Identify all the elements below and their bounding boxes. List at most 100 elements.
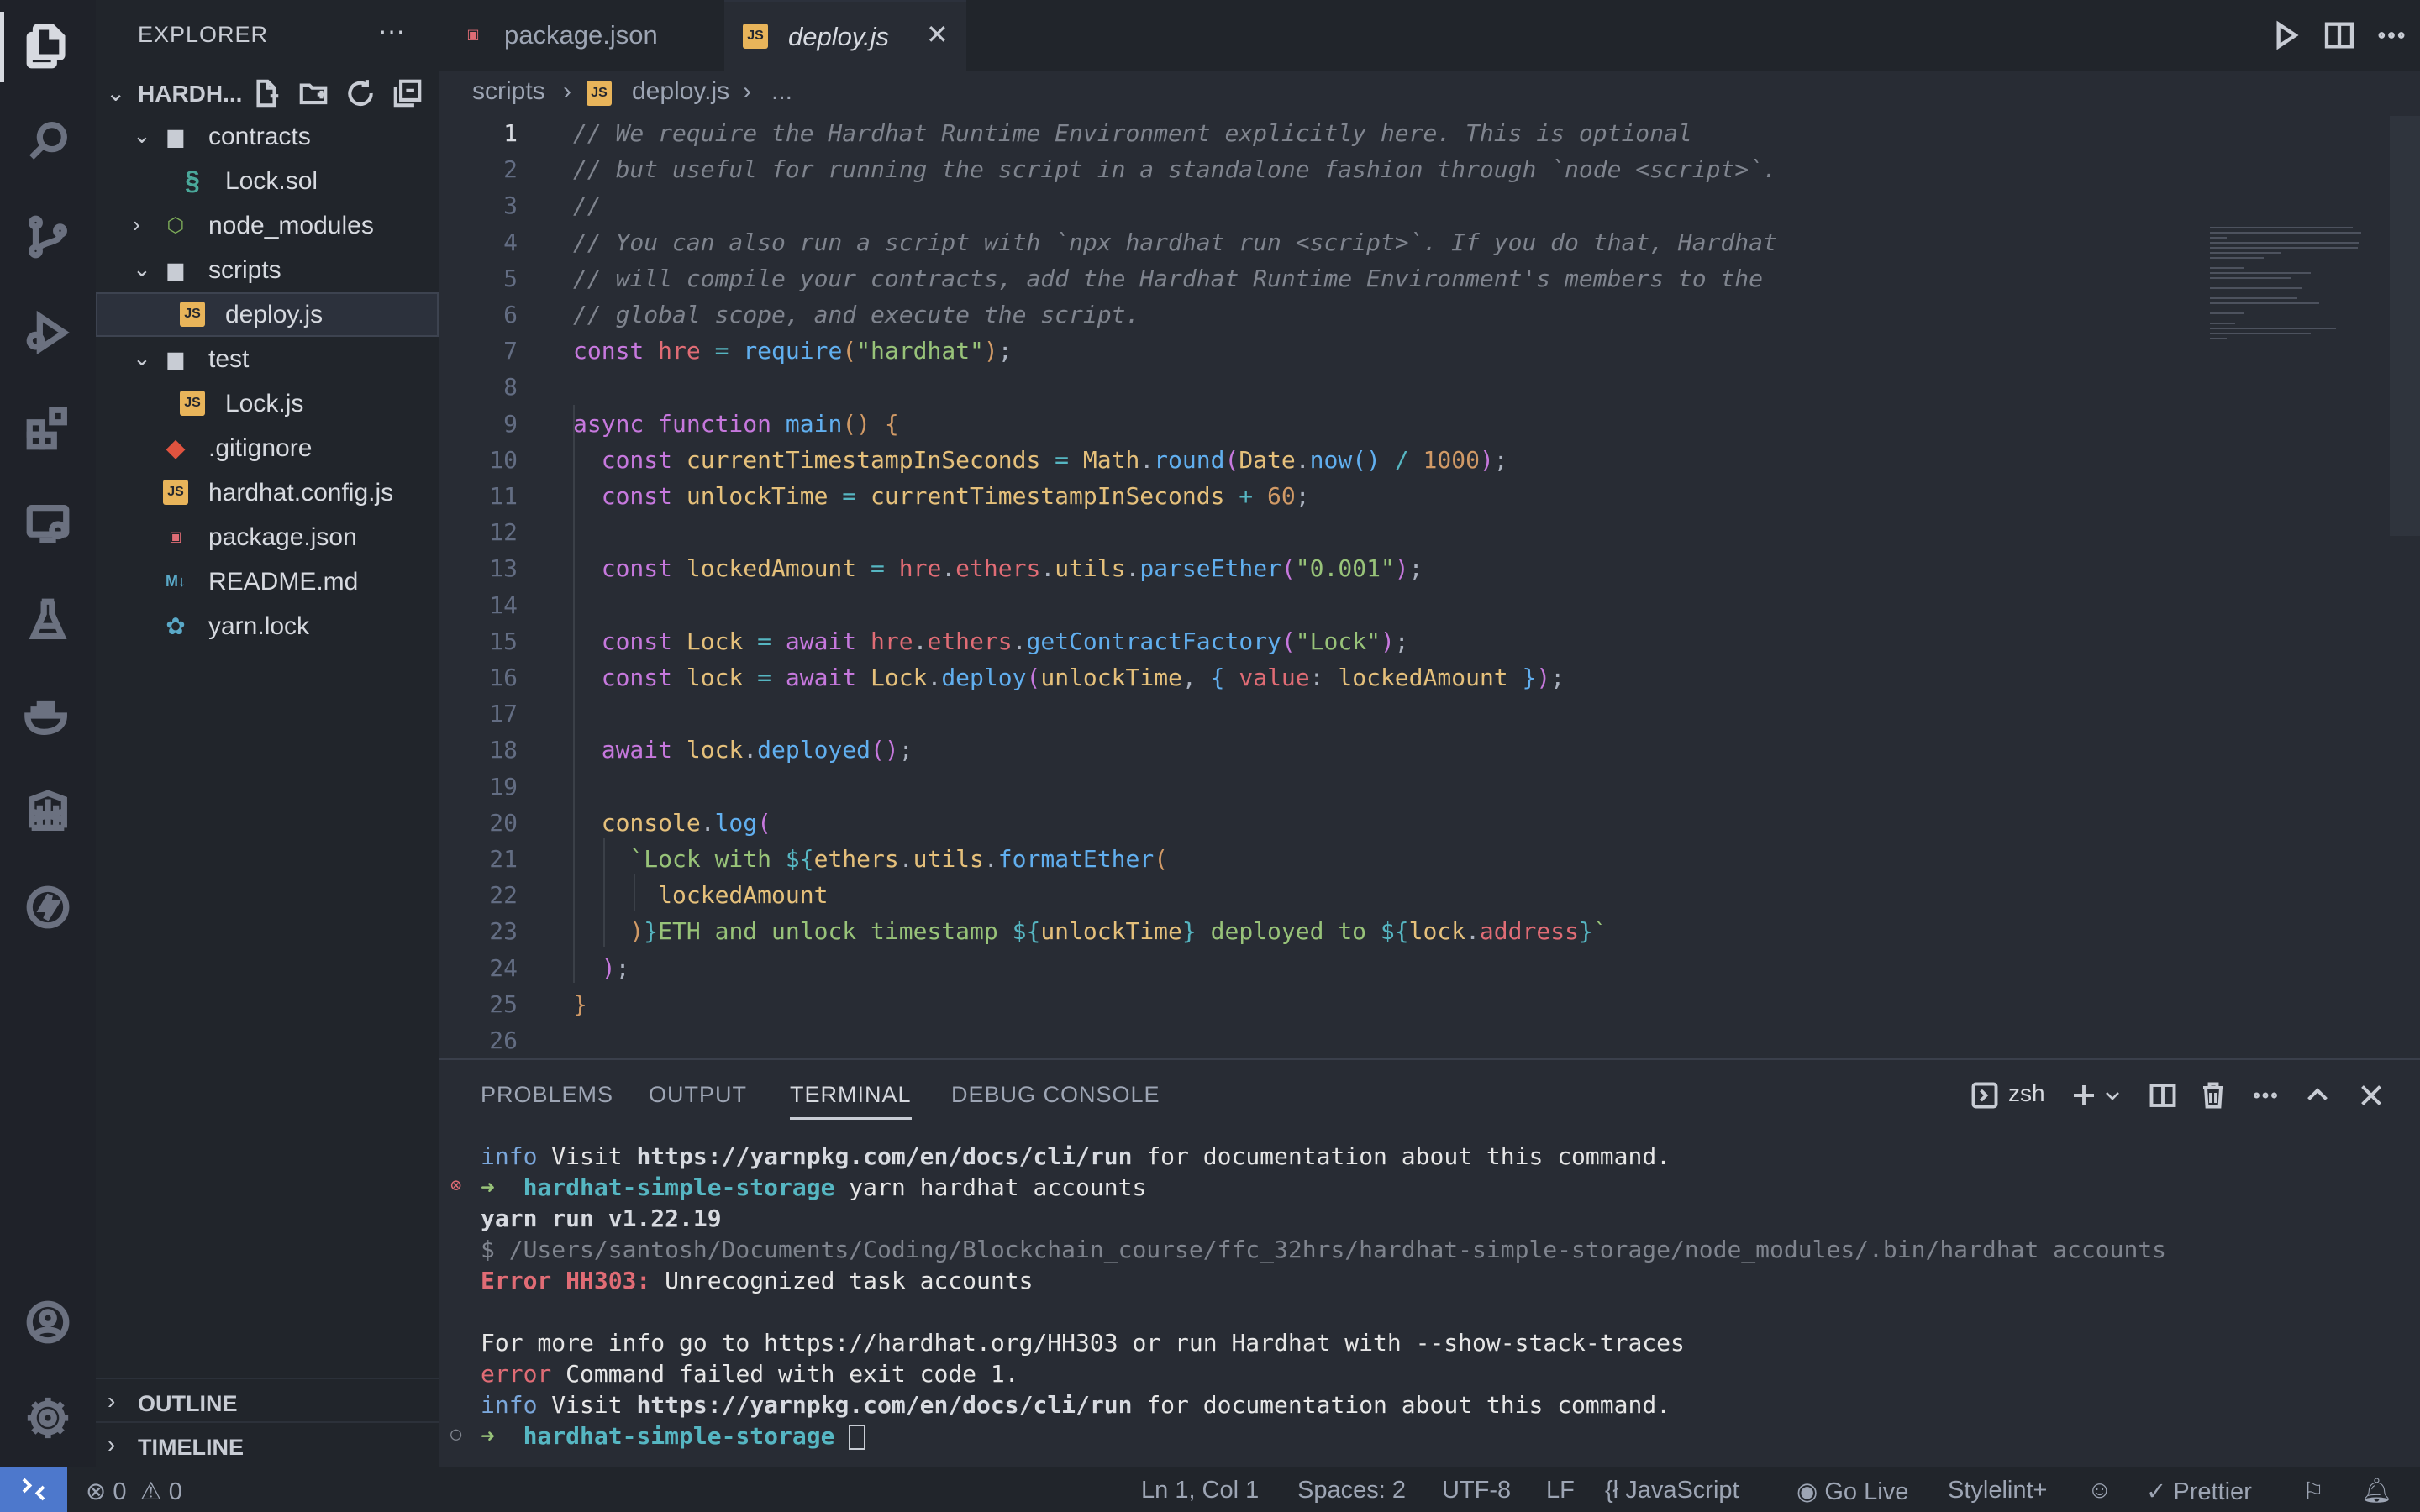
search-icon[interactable] <box>0 99 96 183</box>
tree-item[interactable]: JS Lock.js <box>96 381 439 426</box>
code-token: ) <box>983 337 998 365</box>
remote-explorer-icon[interactable] <box>0 482 96 566</box>
explorer-more-button[interactable]: ··· <box>378 15 405 46</box>
code-token: console <box>573 808 701 837</box>
code-token: const <box>573 554 687 583</box>
run-debug-icon[interactable] <box>0 291 96 375</box>
indentation[interactable]: Spaces: 2 <box>1297 1477 1406 1504</box>
code-token: lockedAmount <box>1338 664 1508 691</box>
code-token: ${ <box>1380 917 1409 946</box>
code-token: deploy <box>941 664 1027 691</box>
editor-scrollbar[interactable] <box>2390 116 2420 536</box>
command-error-icon[interactable]: ⊗ <box>450 1175 461 1196</box>
close-icon[interactable]: ✕ <box>926 18 949 50</box>
code-token: . <box>743 736 758 764</box>
split-terminal-icon[interactable] <box>2148 1077 2178 1114</box>
close-panel-icon[interactable] <box>2356 1077 2386 1114</box>
tree-item[interactable]: M↓ README.md <box>96 559 439 604</box>
tree-item[interactable]: ✿ yarn.lock <box>96 604 439 648</box>
settings-gear-icon[interactable] <box>0 1376 96 1460</box>
line-number: 22 <box>489 881 518 910</box>
code-editor[interactable]: 1 // We require the Hardhat Runtime Envir… <box>439 116 2420 1058</box>
line-number: 3 <box>503 192 518 220</box>
command-idle-icon[interactable]: ○ <box>450 1424 461 1445</box>
account-icon[interactable] <box>0 1280 96 1364</box>
tree-item[interactable]: ⌄ ▆ contracts <box>96 114 439 159</box>
testing-icon[interactable] <box>0 578 96 662</box>
tree-item[interactable]: ⌄ ▆ test <box>96 337 439 381</box>
code-token: unlockTime <box>686 482 829 510</box>
terminal-line: yarn run v1.22.19 <box>481 1205 722 1232</box>
refresh-icon[interactable] <box>345 77 378 111</box>
code-token: ( <box>1026 664 1041 691</box>
outline-section[interactable]: › OUTLINE <box>96 1378 439 1421</box>
terminal-token: info <box>481 1142 538 1170</box>
prettier-status[interactable]: ✓ Prettier <box>2146 1477 2252 1506</box>
tree-item[interactable]: › ⬡ node_modules <box>96 203 439 248</box>
more-actions-icon[interactable] <box>2371 15 2412 55</box>
project-header[interactable]: ⌄ HARDH... <box>96 71 439 114</box>
notifications-bell-icon[interactable]: 🔔︎ <box>2361 1477 2392 1505</box>
errors-indicator[interactable]: ⊗ 0 ⚠ 0 <box>86 1477 182 1506</box>
tree-item[interactable]: JS hardhat.config.js <box>96 470 439 515</box>
split-editor-icon[interactable] <box>2319 15 2360 55</box>
explorer-icon[interactable] <box>0 5 96 89</box>
timeline-section[interactable]: › TIMELINE <box>96 1421 439 1465</box>
thunder-client-icon[interactable] <box>0 865 96 949</box>
tree-item[interactable]: ⌄ ▆ scripts <box>96 248 439 292</box>
new-folder-icon[interactable] <box>297 77 331 111</box>
code-token: { <box>1210 664 1239 691</box>
stylelint-status[interactable]: Stylelint+ <box>1948 1477 2047 1504</box>
source-control-icon[interactable] <box>0 195 96 279</box>
code-token: lock <box>686 736 744 764</box>
new-file-icon[interactable] <box>250 77 284 111</box>
run-button[interactable] <box>2265 15 2306 55</box>
tab-deploy-js[interactable]: JS deploy.js ✕ <box>724 0 966 71</box>
hardhat-icon[interactable] <box>0 769 96 853</box>
tree-item[interactable]: JS deploy.js <box>96 292 439 337</box>
tab-package-json[interactable]: ▣ package.json <box>439 0 723 71</box>
line-number: 26 <box>489 1026 518 1054</box>
chevron-down-icon[interactable] <box>2102 1077 2123 1114</box>
cursor-position[interactable]: Ln 1, Col 1 <box>1141 1477 1259 1504</box>
breadcrumb-folder[interactable]: scripts <box>472 77 545 106</box>
code-token: ; <box>1295 482 1310 510</box>
docker-icon[interactable] <box>0 674 96 758</box>
tree-item[interactable]: § Lock.sol <box>96 159 439 203</box>
go-live-button[interactable]: ◉ Go Live <box>1797 1477 1908 1506</box>
trash-icon[interactable] <box>2198 1077 2228 1114</box>
code-token: } <box>573 990 587 1018</box>
tree-item[interactable]: ◆ .gitignore <box>96 426 439 470</box>
breadcrumb-file[interactable]: deploy.js <box>632 77 729 106</box>
tab-output[interactable]: OUTPUT <box>649 1082 747 1108</box>
tab-terminal[interactable]: TERMINAL <box>790 1082 912 1120</box>
solidity-icon: § <box>185 165 200 196</box>
code-line: 20 console.log( <box>439 806 2420 842</box>
copilot-icon[interactable]: ☺ <box>2087 1477 2112 1504</box>
collapse-all-icon[interactable] <box>392 77 425 111</box>
code-text: console.log( <box>573 809 771 837</box>
terminal-shell-name[interactable]: zsh <box>2008 1080 2045 1107</box>
feedback-icon[interactable]: ⚐ <box>2302 1477 2324 1506</box>
remote-indicator-icon[interactable] <box>0 1467 67 1512</box>
code-text: `Lock with ${ethers.utils.formatEther( <box>573 845 1168 873</box>
language-mode[interactable]: {ł JavaScript <box>1605 1477 1739 1504</box>
tree-item[interactable]: ▣ package.json <box>96 515 439 559</box>
code-token: () <box>1352 445 1381 474</box>
code-text: const Lock = await hre.ethers.getContrac… <box>573 627 1409 655</box>
line-ending[interactable]: LF <box>1546 1477 1575 1504</box>
code-line: 21 `Lock with ${ethers.utils.formatEther… <box>439 842 2420 878</box>
encoding[interactable]: UTF-8 <box>1442 1477 1511 1504</box>
terminal-shell-icon[interactable] <box>1970 1077 2000 1114</box>
tab-debug-console[interactable]: DEBUG CONSOLE <box>951 1082 1160 1108</box>
tree-item-label: package.json <box>208 523 357 551</box>
extensions-icon[interactable] <box>0 386 96 470</box>
tab-problems[interactable]: PROBLEMS <box>481 1082 613 1108</box>
breadcrumb-symbol[interactable]: ... <box>771 77 792 106</box>
check-double-icon: ✓ <box>2146 1478 2167 1505</box>
minimap[interactable] <box>2210 227 2370 344</box>
maximize-panel-icon[interactable] <box>2302 1077 2333 1114</box>
more-actions-icon[interactable] <box>2250 1077 2281 1114</box>
new-terminal-icon[interactable] <box>2069 1077 2099 1114</box>
code-token: unlockTime <box>1040 664 1182 691</box>
